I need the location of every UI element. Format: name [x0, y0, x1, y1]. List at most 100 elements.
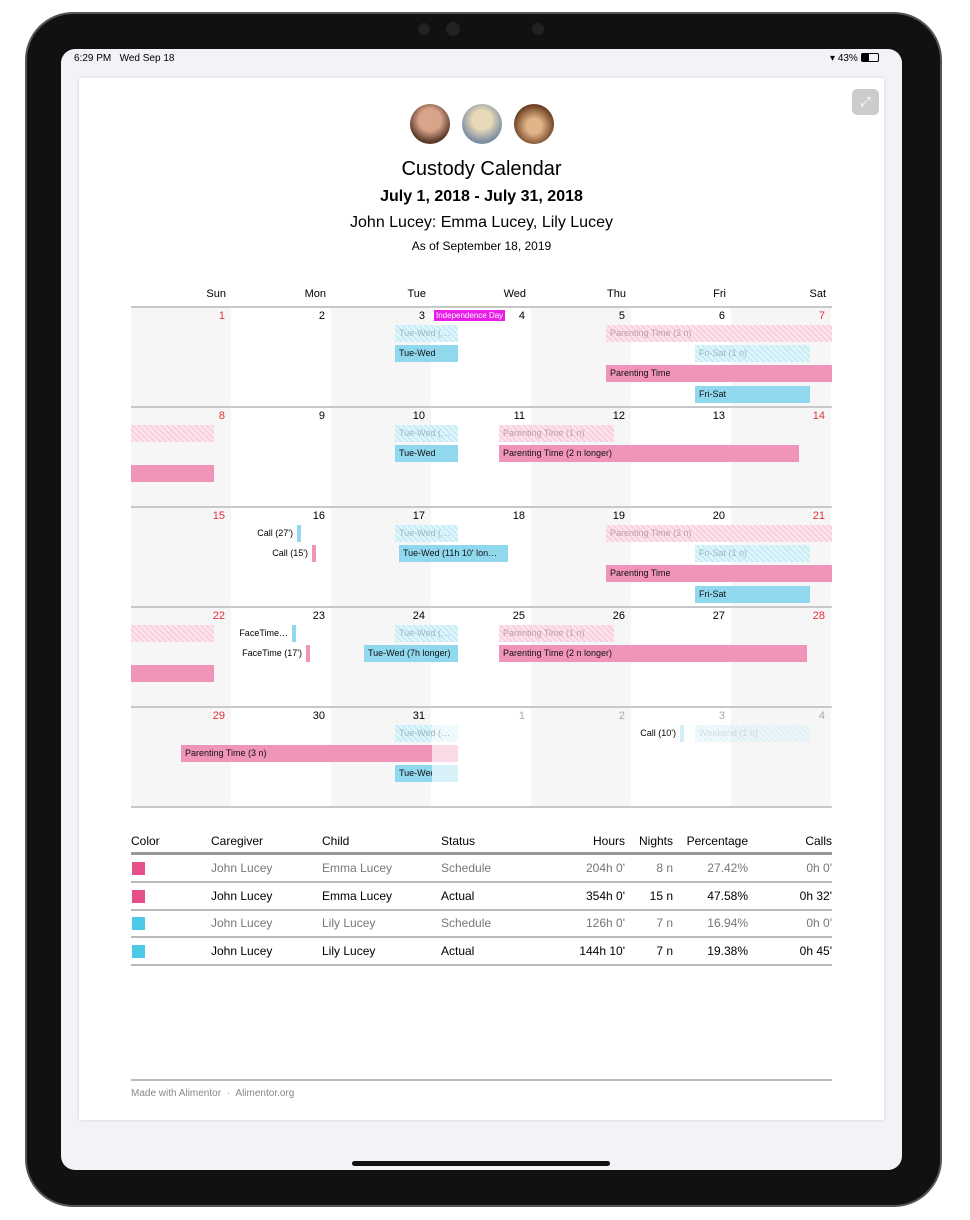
row-divider — [131, 881, 832, 883]
day-number[interactable]: 9 — [231, 410, 325, 422]
calendar-event[interactable]: Weekend (1 n) — [695, 725, 810, 742]
day-number[interactable]: 2 — [231, 310, 325, 322]
calendar-event[interactable]: Tue-Wed (… — [395, 325, 458, 342]
day-number[interactable]: 4 — [731, 710, 825, 722]
day-number[interactable]: 5 — [531, 310, 625, 322]
calendar-event[interactable] — [131, 465, 214, 482]
calendar-event[interactable]: Parenting Time (2 n longer) — [499, 445, 799, 462]
day-header-4: Thu — [607, 288, 626, 300]
cell-caregiver: John Lucey — [211, 943, 273, 958]
calendar-event[interactable]: Tue-Wed (… — [395, 425, 458, 442]
call-label[interactable]: Call (27') — [203, 525, 293, 542]
day-number[interactable]: 20 — [631, 510, 725, 522]
calendar-event[interactable] — [432, 745, 458, 762]
call-bar[interactable] — [306, 645, 310, 662]
day-number[interactable]: 17 — [331, 510, 425, 522]
day-number[interactable]: 27 — [631, 610, 725, 622]
calendar-event[interactable]: Tue-Wed — [395, 445, 458, 462]
calendar-event[interactable]: Tue-Wed — [395, 765, 432, 782]
calendar-event[interactable]: Parenting Time (2 n longer) — [499, 645, 807, 662]
week-divider — [131, 506, 832, 508]
week-divider — [131, 606, 832, 608]
calendar-event[interactable]: Fri-Sat — [695, 586, 810, 603]
call-bar[interactable] — [297, 525, 301, 542]
cell-calls: 0h 32' — [799, 888, 832, 903]
day-number[interactable]: 29 — [131, 710, 225, 722]
calendar-event[interactable]: Parenting Time (3 n) — [606, 325, 832, 342]
calendar-event[interactable]: Parenting Time — [606, 565, 832, 582]
call-bar[interactable] — [292, 625, 296, 642]
calendar-event[interactable]: Tue-Wed (… — [395, 625, 458, 642]
call-label[interactable]: FaceTime (17') — [212, 645, 302, 662]
row-divider — [131, 908, 832, 911]
day-number[interactable]: 19 — [531, 510, 625, 522]
day-number[interactable]: 13 — [631, 410, 725, 422]
camera-icon — [446, 22, 460, 36]
call-bar[interactable] — [680, 725, 684, 742]
calendar-event[interactable] — [131, 425, 214, 442]
calendar-event[interactable]: Fri-Sat (1 n) — [695, 345, 810, 362]
day-number[interactable]: 22 — [131, 610, 225, 622]
calendar-event[interactable]: Parenting Time (1 n) — [499, 425, 614, 442]
calendar-event[interactable]: Tue-Wed (7h longer) — [364, 645, 458, 662]
day-number[interactable]: 11 — [431, 410, 525, 422]
day-number[interactable]: 21 — [731, 510, 825, 522]
call-bar[interactable] — [312, 545, 316, 562]
calendar-event[interactable]: Tue-Wed (… — [395, 525, 458, 542]
day-header-1: Mon — [304, 288, 326, 300]
day-number[interactable]: 23 — [231, 610, 325, 622]
calendar-event[interactable] — [131, 665, 214, 682]
cell-caregiver: John Lucey — [211, 916, 273, 930]
calendar-event[interactable]: Tue-Wed (11h 10' lon… — [399, 545, 508, 562]
calendar-event[interactable]: Fri-Sat (1 n) — [695, 545, 810, 562]
footer: Made with Alimentor · Alimentor.org — [131, 1088, 294, 1099]
cell-child: Emma Lucey — [322, 861, 393, 875]
collapse-icon[interactable]: ⤢ — [852, 89, 879, 115]
week-divider — [131, 706, 832, 708]
day-number[interactable]: 8 — [131, 410, 225, 422]
week-divider — [131, 306, 832, 308]
calendar-event[interactable]: Parenting Time (3 n) — [181, 745, 432, 762]
call-label[interactable]: FaceTime… — [198, 625, 288, 642]
day-number[interactable]: 1 — [431, 710, 525, 722]
holiday-event[interactable]: Independence Day — [434, 310, 505, 321]
cell-caregiver: John Lucey — [211, 888, 273, 903]
day-number[interactable]: 28 — [731, 610, 825, 622]
day-number[interactable]: 16 — [231, 510, 325, 522]
calendar-event[interactable] — [432, 765, 458, 782]
day-number[interactable]: 7 — [731, 310, 825, 322]
day-number[interactable]: 3 — [631, 710, 725, 722]
avatar — [514, 104, 554, 144]
call-label[interactable]: Call (15') — [218, 545, 308, 562]
calendar-event[interactable]: Tue-Wed (… — [395, 725, 450, 742]
day-number[interactable]: 12 — [531, 410, 625, 422]
row-divider — [131, 963, 832, 966]
footer-divider — [131, 1079, 832, 1081]
calendar-event[interactable]: Parenting Time (3 n) — [606, 525, 832, 542]
home-indicator[interactable] — [352, 1161, 610, 1166]
day-number[interactable]: 1 — [131, 310, 225, 322]
calendar-event[interactable]: Tue-Wed — [395, 345, 458, 362]
calendar-event[interactable]: Fri-Sat — [695, 386, 810, 403]
day-number[interactable]: 14 — [731, 410, 825, 422]
day-number[interactable]: 3 — [331, 310, 425, 322]
day-number[interactable]: 24 — [331, 610, 425, 622]
day-number[interactable]: 31 — [331, 710, 425, 722]
day-number[interactable]: 2 — [531, 710, 625, 722]
alimentor-link[interactable]: Alimentor.org — [235, 1088, 294, 1099]
wifi-icon: ▾ — [830, 53, 836, 64]
call-label[interactable]: Call (10') — [586, 725, 676, 742]
calendar-event[interactable]: Parenting Time — [606, 365, 832, 382]
calendar-event[interactable]: Parenting Time (1 n) — [499, 625, 614, 642]
day-number[interactable]: 26 — [531, 610, 625, 622]
page-title: Custody Calendar — [401, 158, 562, 180]
day-number[interactable]: 30 — [231, 710, 325, 722]
day-number[interactable]: 25 — [431, 610, 525, 622]
day-number[interactable]: 6 — [631, 310, 725, 322]
cell-status: Schedule — [441, 861, 492, 875]
avatar — [462, 104, 502, 144]
day-number[interactable]: 10 — [331, 410, 425, 422]
as-of-date: As of September 18, 2019 — [411, 239, 552, 253]
day-number[interactable]: 15 — [131, 510, 225, 522]
day-number[interactable]: 18 — [431, 510, 525, 522]
